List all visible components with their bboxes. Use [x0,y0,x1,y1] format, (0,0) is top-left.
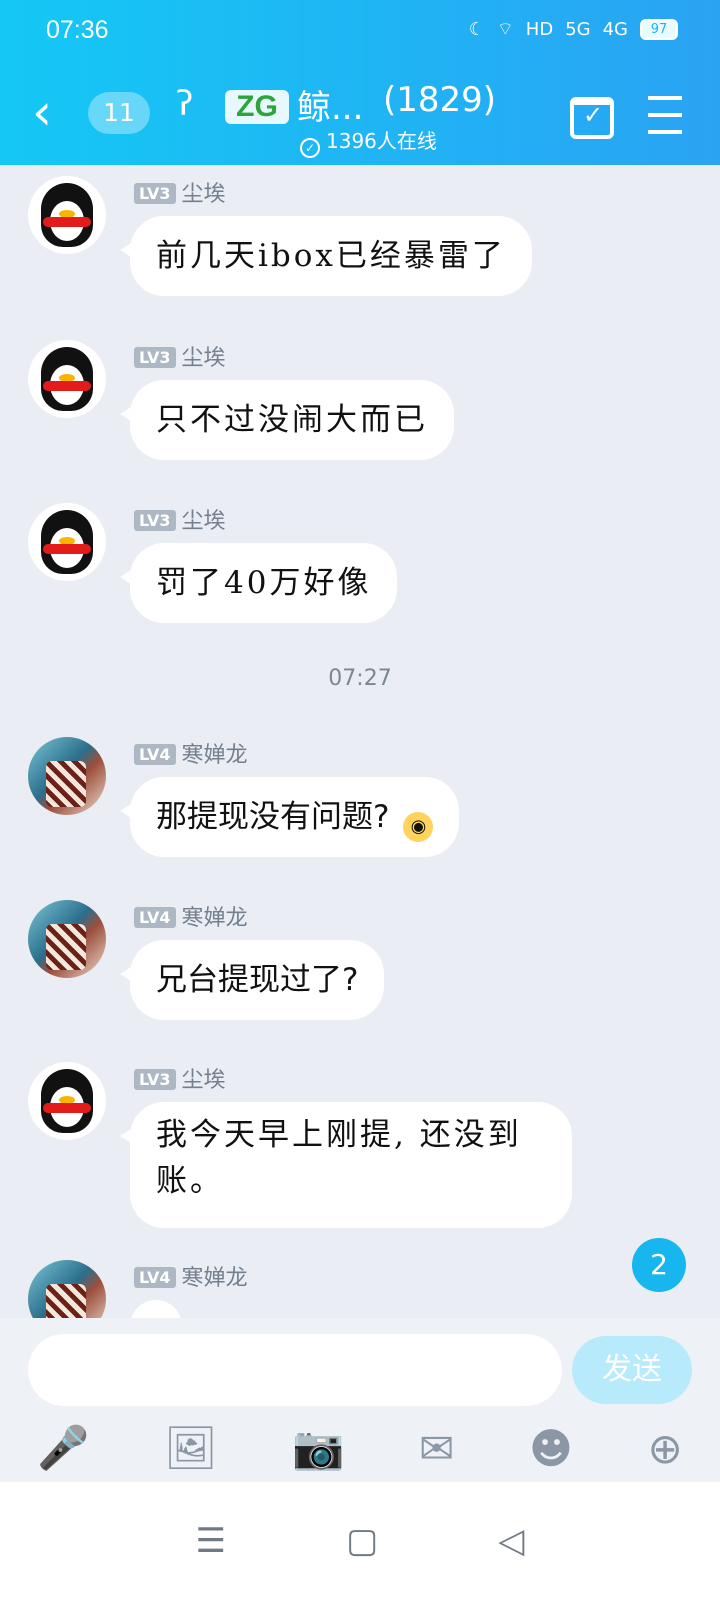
sender-name: 尘埃 [181,509,226,534]
sender-name: 尘埃 [181,346,226,371]
level-badge: LV4 [134,744,176,765]
avatar[interactable] [28,737,106,815]
sender-name: 寒婵龙 [181,906,248,931]
system-navigation-bar: ☰ ▢ ◁ [0,1482,720,1600]
message: LV4 寒婵龙 [28,1260,678,1318]
level-badge: LV3 [134,183,176,204]
time-separator: 07:27 [328,666,392,691]
sender-name: 寒婵龙 [181,1266,248,1291]
avatar[interactable] [28,900,106,978]
back-nav-icon[interactable]: ◁ [498,1521,524,1561]
red-packet-icon[interactable]: ✉ [419,1424,454,1473]
message-bubble[interactable]: 我今天早上刚提, 还没到账。 [120,1102,572,1228]
check-circle-icon: ✓ [300,138,320,158]
message-bubble[interactable] [130,1300,182,1318]
message-bubble[interactable]: 兄台提现过了? [119,940,385,1020]
composer-toolbar: 🎤 🖼 📷 ✉ ☻ ⊕ [0,1418,720,1478]
member-count: (1829) [383,80,497,120]
wifi-icon: ⌔ [496,19,514,40]
sender-name: 寒婵龙 [181,743,248,768]
level-badge: LV3 [134,347,176,368]
ear-icon[interactable]: ʔ [176,84,193,124]
calendar-check-icon[interactable] [570,97,614,139]
level-badge: LV3 [134,1069,176,1090]
level-badge: LV4 [134,907,176,928]
message-bubble[interactable]: 罚了40万好像 [119,543,398,623]
group-title[interactable]: 鲸... [297,80,363,129]
status-icons: ☾ ⌔ HD 5G 4G 97 [469,18,678,41]
4g-icon: 4G [602,19,628,40]
back-button[interactable]: ‹ [32,87,52,137]
sender-name: 尘埃 [181,1068,226,1093]
message-input[interactable] [28,1334,562,1406]
group-chat-header: 07:36 ☾ ⌔ HD 5G 4G 97 ‹ 11 ʔ ZG 鲸... (18… [0,0,720,165]
level-badge: LV4 [134,1267,176,1288]
message-bubble[interactable]: 那提现没有问题? ◉ [119,777,460,857]
5g-icon: 5G [565,19,591,40]
avatar[interactable] [28,176,106,254]
emoji-icon[interactable]: ☻ [529,1424,573,1473]
shocked-emoji-icon: ◉ [403,812,434,842]
camera-icon[interactable]: 📷 [292,1423,344,1473]
message-bubble[interactable]: 前几天ibox已经暴雷了 [120,216,532,296]
avatar[interactable] [28,1260,106,1318]
menu-nav-icon[interactable]: ☰ [196,1521,226,1561]
hd-icon: HD [525,19,554,40]
status-time: 07:36 [46,16,109,44]
unread-count-badge[interactable]: 11 [88,92,150,134]
plus-icon[interactable]: ⊕ [647,1424,682,1473]
level-badge: LV3 [134,510,176,531]
avatar[interactable] [28,503,106,581]
moon-icon: ☾ [468,19,485,40]
avatar[interactable] [28,1062,106,1140]
home-nav-icon[interactable]: ▢ [346,1521,378,1561]
message-bubble[interactable]: 只不过没闹大而已 [120,380,454,460]
send-button[interactable]: 发送 [572,1336,692,1404]
avatar[interactable] [28,340,106,418]
composer: 发送 🎤 🖼 📷 ✉ ☻ ⊕ [0,1318,720,1482]
image-icon[interactable]: 🖼 [164,1423,217,1473]
menu-icon[interactable] [648,96,682,134]
new-message-badge[interactable]: 2 [632,1238,686,1292]
microphone-icon[interactable]: 🎤 [37,1423,89,1473]
battery-icon: 97 [640,19,678,40]
sender-name: 尘埃 [181,182,226,207]
group-logo: ZG [225,90,289,124]
online-status: ✓ 1396人在线 [300,125,437,158]
